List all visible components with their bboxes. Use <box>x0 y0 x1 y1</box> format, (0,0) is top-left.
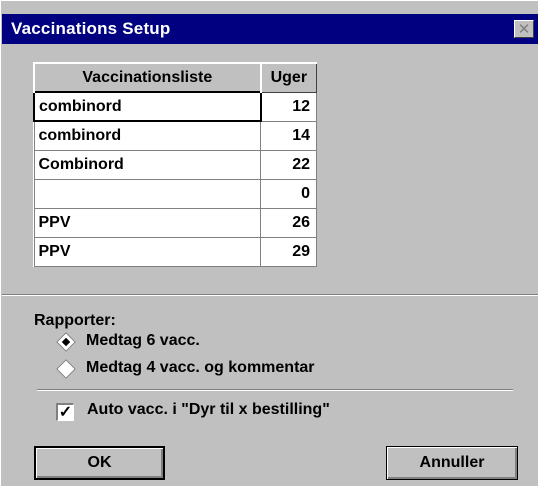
table-row: Combinord 22 <box>33 149 317 180</box>
weeks-cell[interactable]: 12 <box>260 91 317 122</box>
vaccination-table: Vaccinationsliste Uger combinord 12 comb… <box>33 62 317 267</box>
checkmark-icon: ✓ <box>58 404 73 421</box>
radio-selected-dot <box>61 337 71 347</box>
auto-vacc-label[interactable]: Auto vacc. i "Dyr til x bestilling" <box>87 401 330 419</box>
table-row: 0 <box>33 178 317 209</box>
column-header-vaccinationsliste[interactable]: Vaccinationsliste <box>33 62 262 93</box>
vaccine-name-cell[interactable]: combinord <box>33 120 262 151</box>
column-header-uger[interactable]: Uger <box>259 62 317 93</box>
close-button[interactable]: ✕ <box>514 20 534 38</box>
weeks-cell[interactable]: 0 <box>260 178 317 209</box>
radio-medtag-4[interactable] <box>56 359 76 379</box>
reports-label: Rapporter: <box>34 312 116 329</box>
close-icon: ✕ <box>517 20 531 38</box>
vaccine-name-cell[interactable]: PPV <box>33 236 262 267</box>
section-divider <box>2 294 538 296</box>
table-row: combinord 14 <box>33 120 317 151</box>
auto-vacc-checkbox[interactable]: ✓ <box>56 403 74 421</box>
vaccinations-setup-dialog: Vaccinations Setup ✕ Vaccinationsliste U… <box>0 0 538 486</box>
vaccine-name-cell[interactable]: PPV <box>33 207 262 238</box>
options-divider <box>37 389 513 391</box>
weeks-cell[interactable]: 29 <box>260 236 317 267</box>
table-row: PPV 26 <box>33 207 317 238</box>
vaccine-name-cell[interactable]: Combinord <box>33 149 262 180</box>
title-bar[interactable]: Vaccinations Setup ✕ <box>2 14 538 44</box>
cancel-button[interactable]: Annuller <box>386 446 518 480</box>
weeks-cell[interactable]: 14 <box>260 120 317 151</box>
table-header-row: Vaccinationsliste Uger <box>33 62 317 93</box>
vaccine-name-cell[interactable]: combinord <box>33 91 262 122</box>
table-row: PPV 29 <box>33 236 317 267</box>
radio-label-medtag-6[interactable]: Medtag 6 vacc. <box>86 332 200 350</box>
weeks-cell[interactable]: 22 <box>260 149 317 180</box>
vaccine-name-cell[interactable] <box>33 178 262 209</box>
radio-medtag-6[interactable] <box>56 332 76 352</box>
radio-label-medtag-4[interactable]: Medtag 4 vacc. og kommentar <box>86 359 315 377</box>
table-row: combinord 12 <box>33 91 317 122</box>
window-title: Vaccinations Setup <box>11 19 171 38</box>
ok-button[interactable]: OK <box>34 446 165 480</box>
weeks-cell[interactable]: 26 <box>260 207 317 238</box>
